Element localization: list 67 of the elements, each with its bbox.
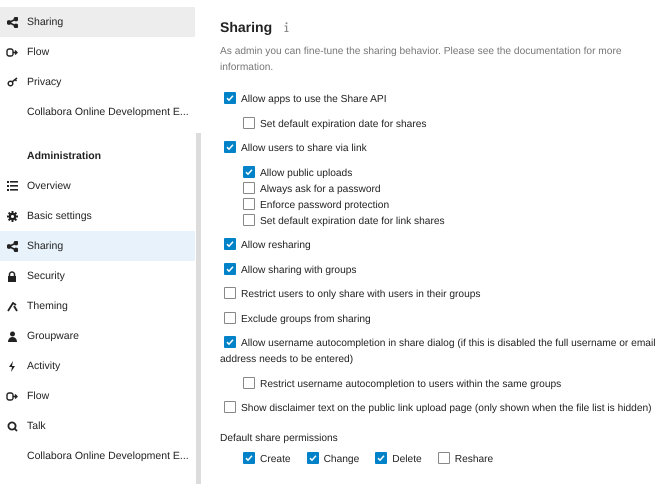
checkbox-option[interactable]: Allow username autocompletion in share dialog (if this is disabled the full username or email address needs to be entered) — [220, 336, 661, 368]
checkbox[interactable] — [243, 198, 255, 210]
checkbox[interactable] — [224, 262, 236, 274]
checkbox[interactable] — [224, 238, 236, 250]
section-title: Sharing — [220, 19, 272, 35]
checkbox-option[interactable]: Allow sharing with groups — [220, 262, 661, 278]
checkbox[interactable] — [243, 116, 255, 128]
sidebar-item[interactable]: Sharing — [0, 231, 195, 261]
sidebar-item[interactable]: Overview — [0, 171, 195, 201]
checkbox[interactable] — [243, 214, 255, 226]
lightning-icon — [8, 360, 16, 372]
sidebar-item[interactable]: Privacy — [0, 67, 195, 97]
checkbox-option[interactable]: Create — [239, 452, 291, 468]
section-heading: Administration — [26, 149, 102, 164]
flow-icon — [6, 392, 18, 400]
sidebar-item[interactable]: Basic settings — [0, 201, 195, 231]
checkbox-option[interactable]: Delete — [371, 452, 422, 468]
checkbox-option[interactable]: Allow public uploads — [239, 166, 661, 182]
magnifier-icon — [6, 420, 18, 432]
checkbox-option[interactable]: Set default expiration date for link shares — [239, 214, 661, 230]
sidebar-item[interactable]: Theming — [0, 291, 195, 321]
checkbox[interactable] — [224, 92, 236, 104]
permissions-heading: Default share permissions — [220, 433, 339, 444]
share-icon — [6, 240, 18, 252]
checkbox-option[interactable]: Restrict users to only share with users in their groups — [220, 287, 661, 303]
sidebar-item[interactable]: Collabora Online Development E... — [0, 441, 195, 471]
checkbox[interactable] — [438, 452, 450, 464]
sidebar-item[interactable]: Flow — [0, 381, 195, 411]
gear-icon — [6, 210, 18, 222]
checkbox-option[interactable]: Reshare — [434, 452, 494, 468]
list-icon — [6, 181, 18, 191]
sidebar-item[interactable]: Talk — [0, 411, 195, 441]
sidebar-item[interactable]: Activity — [0, 351, 195, 381]
checkbox[interactable] — [224, 336, 236, 348]
person-icon — [6, 330, 18, 342]
checkbox[interactable] — [306, 452, 319, 464]
checkbox[interactable] — [224, 312, 236, 324]
checkbox-option[interactable]: Exclude groups from sharing — [220, 312, 661, 328]
key-icon — [6, 77, 18, 87]
sidebar-item[interactable]: Groupware — [0, 321, 195, 351]
checkbox-option[interactable]: Always ask for a password — [239, 182, 661, 198]
scrollbar[interactable] — [196, 133, 201, 484]
sidebar-item[interactable]: Security — [0, 261, 195, 291]
lock-icon — [7, 270, 17, 282]
checkbox[interactable] — [224, 141, 236, 153]
checkbox[interactable] — [224, 287, 236, 299]
checkbox[interactable] — [243, 182, 255, 194]
info-icon[interactable] — [284, 22, 290, 32]
checkbox-option[interactable]: Enforce password protection — [239, 198, 661, 214]
checkbox-option[interactable]: Show disclaimer text on the public link upload page (only shown when the file list is hidden) — [220, 401, 661, 417]
checkbox[interactable] — [375, 452, 388, 464]
sidebar-item[interactable]: Sharing — [0, 7, 195, 37]
checkbox-option[interactable]: Allow apps to use the Share API — [220, 92, 661, 108]
checkbox-option[interactable]: Restrict username autocompletion to users within the same groups — [239, 376, 661, 392]
checkbox-option[interactable]: Allow users to share via link — [220, 141, 661, 157]
checkbox[interactable] — [243, 452, 255, 464]
checkbox-option[interactable]: Change — [302, 452, 360, 468]
checkbox[interactable] — [224, 401, 236, 413]
sidebar-item[interactable]: Collabora Online Development E... — [0, 97, 195, 127]
checkbox[interactable] — [243, 376, 255, 388]
share-icon — [6, 16, 18, 28]
section-description: As admin you can fine-tune the sharing behavior. Please see the documentation for more information. — [220, 45, 623, 75]
checkbox-option[interactable]: Allow resharing — [220, 238, 661, 254]
checkbox[interactable] — [243, 166, 255, 178]
checkbox-option[interactable]: Set default expiration date for shares — [239, 116, 661, 132]
flow-icon — [6, 48, 18, 56]
sidebar-item[interactable]: Flow — [0, 37, 195, 67]
